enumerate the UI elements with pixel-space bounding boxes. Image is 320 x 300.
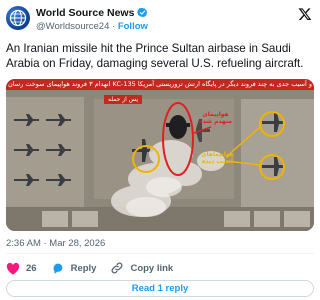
damaged-label-line2: آسیب دیده (201, 158, 234, 165)
verified-badge-icon (137, 7, 148, 18)
destroyed-label-line1: هواپیمای (202, 111, 229, 118)
separator-dot: · (112, 21, 116, 32)
like-count: 26 (26, 262, 37, 274)
author-name-row: World Source News (36, 6, 148, 19)
like-button[interactable]: 26 (6, 262, 37, 275)
copy-link-label: Copy link (130, 262, 174, 274)
author-handle-row: @Worldsource24 · Follow (36, 21, 148, 32)
avatar[interactable] (6, 6, 30, 30)
author-handle[interactable]: @Worldsource24 (36, 21, 109, 32)
reply-button[interactable]: Reply (51, 261, 97, 275)
tweet-card: World Source News @Worldsource24 · Follo… (0, 0, 320, 300)
tweet-text: An Iranian missile hit the Prince Sultan… (6, 42, 304, 70)
globe-icon (9, 9, 27, 27)
action-bar: 26 Reply Copy link (6, 261, 187, 275)
image-banner: انهدام ۳ فروند هواپیمای سوخت رسان KC-135… (6, 79, 314, 90)
tweet-timestamp[interactable]: 2:36 AM · Mar 28, 2026 (6, 238, 105, 249)
tweet-image[interactable]: انهدام ۳ فروند هواپیمای سوخت رسان KC-135… (6, 79, 314, 231)
destroyed-label-line2: منهدم شده (199, 118, 232, 125)
x-logo-icon[interactable] (298, 7, 312, 21)
link-icon (112, 262, 123, 274)
copy-link-button[interactable]: Copy link (110, 261, 173, 275)
follow-button[interactable]: Follow (118, 21, 148, 32)
reply-bubble-icon (53, 263, 62, 274)
destroyed-label: هواپیمای منهدم شده (199, 111, 232, 125)
reply-label: Reply (70, 262, 97, 274)
author-name[interactable]: World Source News (36, 7, 134, 19)
after-attack-label: پس از حمله (104, 95, 143, 104)
heart-icon (6, 262, 20, 275)
read-replies-button[interactable]: Read 1 reply (6, 280, 314, 297)
damaged-label: هواپیماهای آسیب دیده (201, 151, 234, 165)
divider (6, 253, 314, 254)
damaged-label-line1: هواپیماهای (201, 151, 234, 158)
satellite-image (6, 79, 314, 231)
